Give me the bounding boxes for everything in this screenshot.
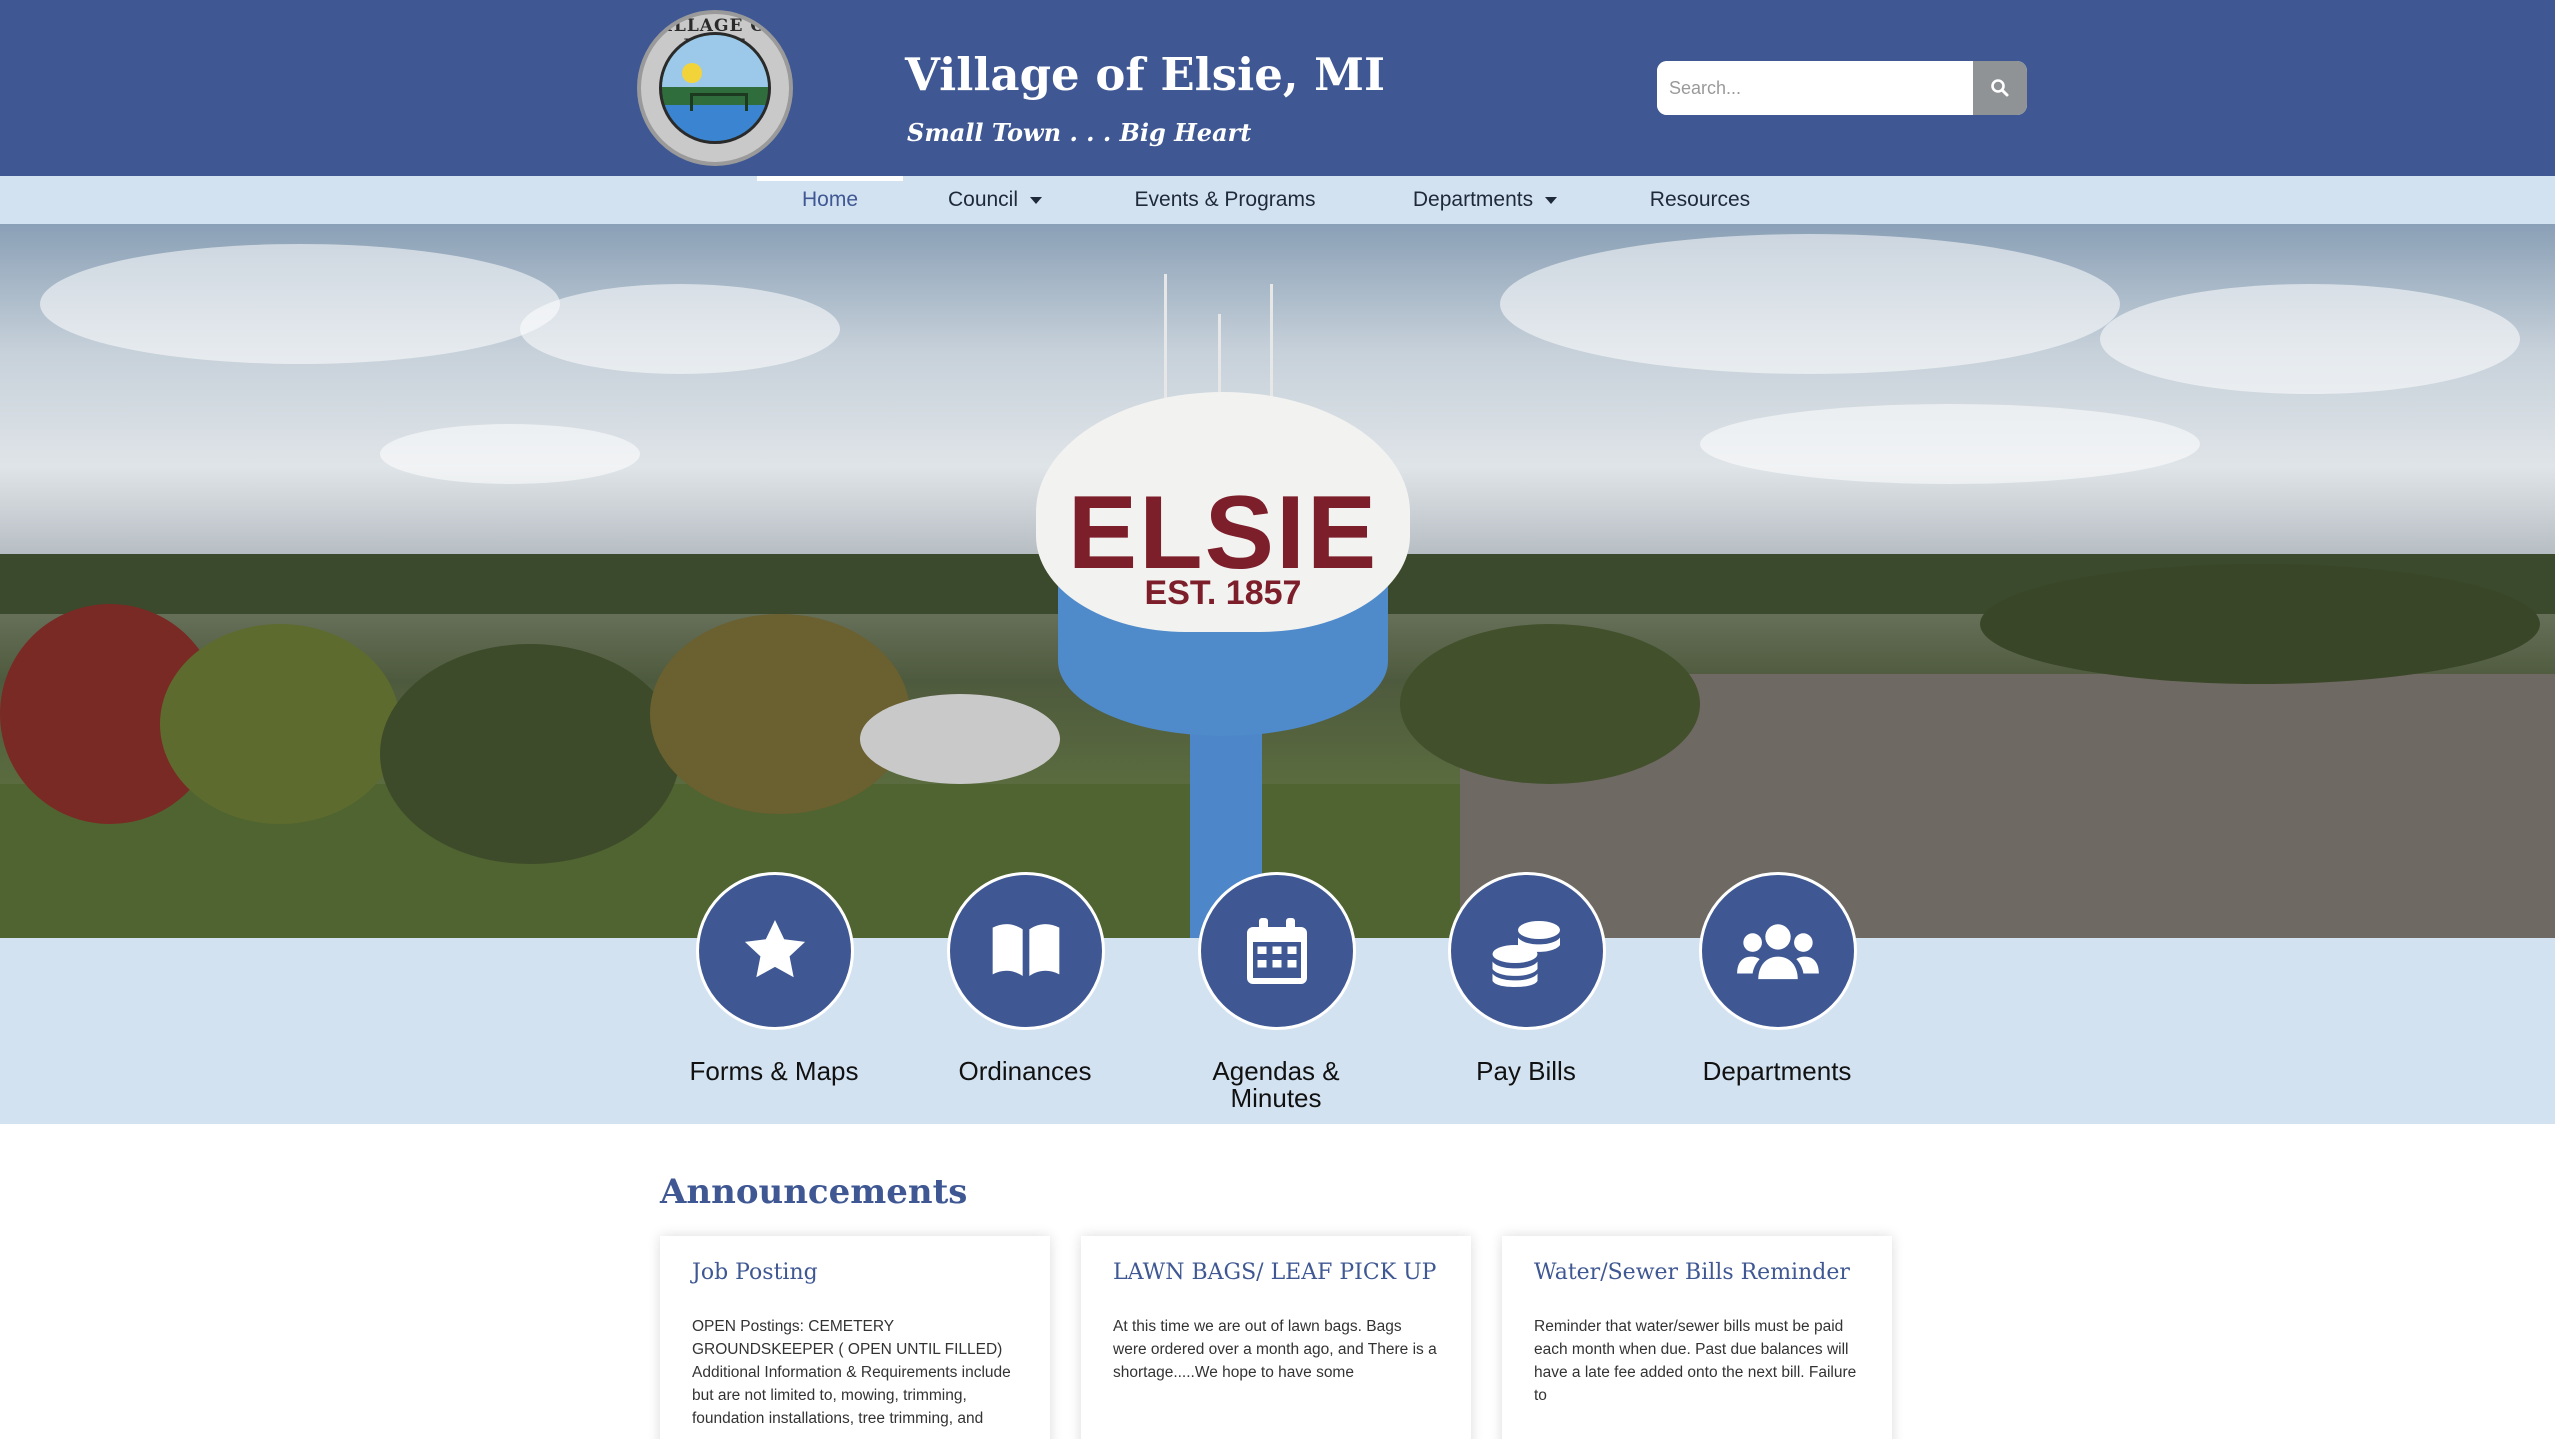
search-icon	[1991, 79, 2009, 97]
users-icon	[1737, 924, 1819, 980]
quick-link-label: Forms & Maps	[689, 1056, 859, 1086]
site-title[interactable]: Village of Elsie, MI	[905, 48, 1385, 101]
nav-item-resources[interactable]: Resources	[1630, 176, 1770, 224]
star-icon	[744, 919, 806, 978]
quick-link-circle[interactable]	[1198, 872, 1356, 1030]
search-input[interactable]	[1657, 61, 1973, 115]
announcement-card[interactable]: Water/Sewer Bills Reminder Reminder that…	[1502, 1236, 1892, 1439]
calendar-icon	[1247, 918, 1307, 984]
nav-label: Resources	[1649, 188, 1751, 211]
caret-down-icon	[1030, 196, 1043, 204]
quick-link-circle[interactable]	[1448, 872, 1606, 1030]
announcements-heading: Announcements	[660, 1172, 968, 1212]
announcement-excerpt: At this time we are out of lawn bags. Ba…	[1113, 1318, 1437, 1381]
nav-label: Council	[947, 188, 1019, 211]
village-logo[interactable]: VILLAGE OF ELSIE	[637, 10, 793, 166]
site-tagline: Small Town . . . Big Heart	[907, 118, 1252, 147]
nav-label: Home	[801, 188, 859, 211]
quick-link-circle[interactable]	[1699, 872, 1857, 1030]
search-button[interactable]	[1973, 61, 2027, 115]
announcement-excerpt: OPEN Postings: CEMETERY GROUNDSKEEPER ( …	[692, 1318, 1011, 1427]
nav-label: Events & Programs	[1134, 188, 1316, 211]
announcement-title[interactable]: LAWN BAGS/ LEAF PICK UP	[1113, 1260, 1439, 1285]
site-header: VILLAGE OF ELSIE Village of Elsie, MI Sm…	[0, 0, 2555, 176]
nav-item-home[interactable]: Home	[757, 176, 903, 224]
quick-link-agendas-minutes[interactable]: Agendas & Minutes	[1171, 872, 1381, 1122]
caret-down-icon	[1545, 196, 1558, 204]
quick-link-label: Departments	[1702, 1056, 1852, 1086]
quick-link-ordinances[interactable]: Ordinances	[920, 872, 1130, 1122]
coins-icon	[1492, 921, 1560, 987]
nav-item-departments[interactable]: Departments	[1390, 176, 1580, 224]
quick-link-circle[interactable]	[696, 872, 854, 1030]
logo-emblem	[659, 32, 771, 144]
quick-link-label: Pay Bills	[1476, 1056, 1576, 1086]
announcement-excerpt: Reminder that water/sewer bills must be …	[1534, 1318, 1857, 1404]
book-icon	[992, 924, 1060, 976]
search-bar	[1657, 61, 2027, 115]
quick-link-pay-bills[interactable]: Pay Bills	[1421, 872, 1631, 1122]
announcement-title[interactable]: Job Posting	[692, 1260, 1018, 1285]
announcement-card[interactable]: Job Posting OPEN Postings: CEMETERY GROU…	[660, 1236, 1050, 1439]
nav-item-council[interactable]: Council	[920, 176, 1070, 224]
announcement-card[interactable]: LAWN BAGS/ LEAF PICK UP At this time we …	[1081, 1236, 1471, 1439]
hero-image: ELSIE EST. 1857	[0, 224, 2555, 938]
nav-label: Departments	[1412, 188, 1534, 211]
quick-link-label: Ordinances	[958, 1056, 1092, 1086]
quick-link-circle[interactable]	[947, 872, 1105, 1030]
water-tower-est: EST. 1857	[1144, 574, 1302, 612]
quick-link-departments[interactable]: Departments	[1672, 872, 1882, 1122]
announcement-title[interactable]: Water/Sewer Bills Reminder	[1534, 1260, 1860, 1285]
main-nav: Home Council Events & Programs Departmen…	[0, 176, 2555, 224]
nav-item-events-programs[interactable]: Events & Programs	[1110, 176, 1340, 224]
quick-link-label: Agendas & Minutes	[1212, 1056, 1340, 1113]
quick-link-forms-maps[interactable]: Forms & Maps	[669, 872, 879, 1122]
